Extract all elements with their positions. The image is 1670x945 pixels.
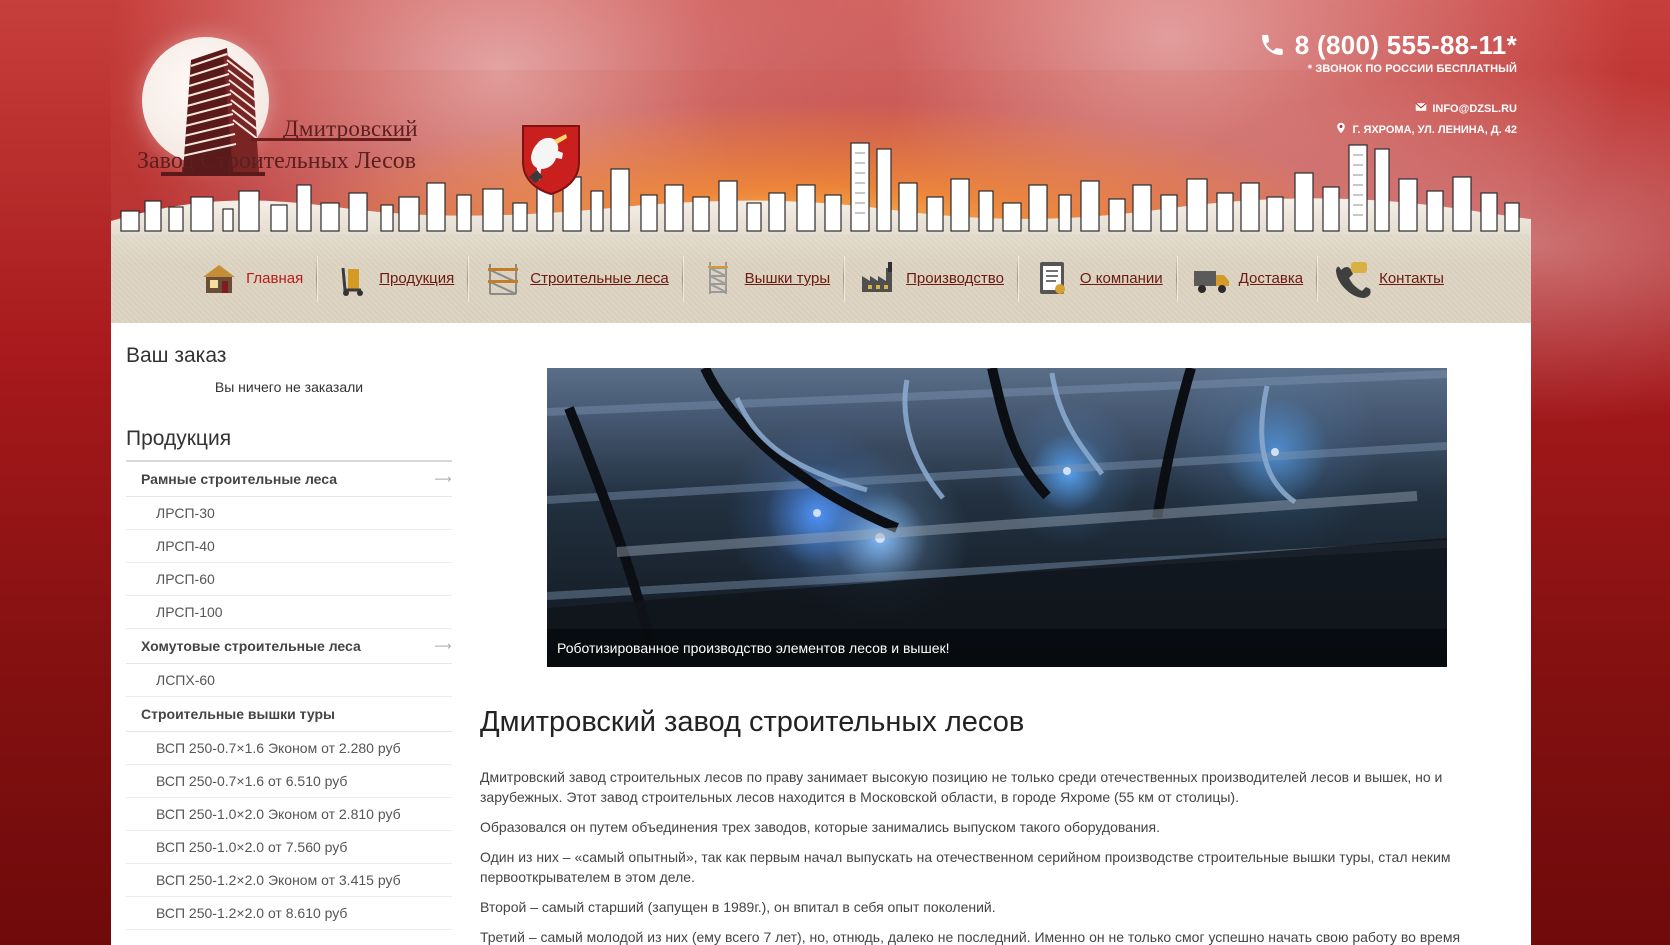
- content-area: Ваш заказ Вы ничего не заказали Продукци…: [111, 323, 1531, 945]
- header-contacts: 8 (800) 555-88-11* * звонок по России бе…: [1259, 28, 1517, 136]
- nav-label: О компании: [1079, 270, 1163, 287]
- arrow-right-icon: ⟶: [434, 639, 452, 653]
- phone-line[interactable]: 8 (800) 555-88-11*: [1259, 28, 1517, 62]
- order-empty-text: Вы ничего не заказали: [214, 379, 364, 395]
- page-title: Дмитровский завод строительных лесов: [480, 706, 1025, 738]
- document-icon: [1039, 261, 1065, 294]
- product-item[interactable]: ЛСПХ-60: [126, 664, 452, 697]
- main-content: Роботизированное производство элементов …: [480, 323, 1490, 945]
- sidebar: Ваш заказ Вы ничего не заказали Продукци…: [126, 343, 452, 930]
- house-icon: [203, 264, 236, 293]
- nav-item-home[interactable]: Главная: [184, 234, 318, 324]
- nav-label: Продукция: [379, 270, 455, 287]
- product-list: Рамные строительные леса ⟶ ЛРСП-30 ЛРСП-…: [126, 460, 452, 930]
- article-text: Дмитровский завод строительных лесов по …: [480, 767, 1480, 945]
- nav-item-products[interactable]: Продукция: [317, 234, 469, 324]
- product-item[interactable]: ЛРСП-40: [126, 530, 452, 563]
- nav-item-scaffolding[interactable]: Строительные леса: [468, 234, 684, 324]
- cart-icon: [341, 267, 364, 296]
- order-title: Ваш заказ: [126, 344, 227, 367]
- email-icon: [1415, 102, 1427, 111]
- hero-slider[interactable]: Роботизированное производство элементов …: [547, 368, 1447, 667]
- email-line[interactable]: INFO@DZSL.RU: [1259, 101, 1517, 115]
- address-text: Г. ЯХРОМА, УЛ. ЛЕНИНА, Д. 42: [1352, 124, 1517, 136]
- products-title: Продукция: [126, 427, 232, 450]
- phone-icon: [1336, 261, 1371, 298]
- category-label: Рамные строительные леса: [141, 471, 338, 487]
- nav-label: Производство: [906, 270, 1004, 287]
- nav-label: Контакты: [1379, 270, 1444, 287]
- article-paragraph: Один из них – «самый опытный», так как п…: [480, 849, 1451, 885]
- nav-label: Строительные леса: [530, 270, 669, 287]
- category-clamp-scaffolding[interactable]: Хомутовые строительные леса ⟶: [126, 629, 452, 664]
- truck-icon: [1193, 270, 1229, 293]
- nav-item-company[interactable]: О компании: [1018, 234, 1177, 324]
- nav-item-production[interactable]: Производство: [844, 234, 1018, 324]
- product-item[interactable]: ВСП 250-1.2×2.0 от 8.610 руб: [126, 897, 452, 930]
- tower-icon: [707, 261, 728, 294]
- category-label: Хомутовые строительные леса: [141, 638, 361, 654]
- logo-text-line-1: Дмитровский: [283, 116, 418, 141]
- nav-label: Главная: [246, 270, 304, 287]
- product-item[interactable]: ВСП 250-1.0×2.0 Эконом от 2.810 руб: [126, 798, 452, 831]
- category-towers[interactable]: Строительные вышки туры: [126, 697, 452, 732]
- welding-production-image: [547, 368, 1447, 667]
- nav-item-contacts[interactable]: Контакты: [1317, 234, 1458, 324]
- product-item[interactable]: ВСП 250-0.7×1.6 Эконом от 2.280 руб: [126, 732, 452, 765]
- phone-icon: [1262, 34, 1283, 55]
- product-item[interactable]: ВСП 250-1.0×2.0 от 7.560 руб: [126, 831, 452, 864]
- arrow-right-icon: ⟶: [434, 472, 452, 486]
- phone-note: * звонок по России бесплатный: [1307, 63, 1517, 75]
- site-header: Дмитровский Завод Строительных Лесов 8 (…: [111, 0, 1531, 250]
- nav-item-towers[interactable]: Вышки туры: [683, 234, 845, 324]
- product-item[interactable]: ВСП 250-1.2×2.0 Эконом от 3.415 руб: [126, 864, 452, 897]
- moscow-coat-of-arms-icon: [522, 125, 580, 196]
- site-logo[interactable]: Дмитровский Завод Строительных Лесов: [129, 30, 489, 200]
- product-item[interactable]: ЛРСП-100: [126, 596, 452, 629]
- product-item[interactable]: ВСП 250-0.7×1.6 от 6.510 руб: [126, 765, 452, 798]
- site-container: Дмитровский Завод Строительных Лесов 8 (…: [111, 0, 1531, 945]
- scaffold-icon: [488, 263, 519, 295]
- nav-label: Вышки туры: [744, 270, 831, 287]
- address-line: Г. ЯХРОМА, УЛ. ЛЕНИНА, Д. 42: [1259, 122, 1517, 136]
- main-navigation: Главная Продукция Строительные леса Вышк…: [111, 233, 1531, 323]
- factory-icon: [862, 261, 893, 292]
- category-frame-scaffolding[interactable]: Рамные строительные леса ⟶: [126, 462, 452, 497]
- phone-number[interactable]: 8 (800) 555-88-11*: [1295, 30, 1517, 60]
- email-address[interactable]: INFO@DZSL.RU: [1432, 103, 1517, 115]
- product-item[interactable]: ЛРСП-30: [126, 497, 452, 530]
- nav-item-delivery[interactable]: Доставка: [1177, 234, 1318, 324]
- product-item[interactable]: ЛРСП-60: [126, 563, 452, 596]
- location-pin-icon: [1337, 122, 1346, 134]
- slide-caption: Роботизированное производство элементов …: [547, 629, 1447, 667]
- nav-label: Доставка: [1238, 270, 1304, 287]
- article-paragraph: Второй – самый старший (запущен в 1989г.…: [480, 899, 996, 915]
- article-paragraph: Дмитровский завод строительных лесов по …: [480, 769, 1443, 805]
- article-paragraph: Третий – самый молодой из них (ему всего…: [480, 929, 1461, 945]
- logo-text-line-2: Завод Строительных Лесов: [137, 148, 417, 174]
- article-paragraph: Образовался он путем объединения трех за…: [480, 819, 1160, 835]
- category-label: Строительные вышки туры: [141, 706, 335, 722]
